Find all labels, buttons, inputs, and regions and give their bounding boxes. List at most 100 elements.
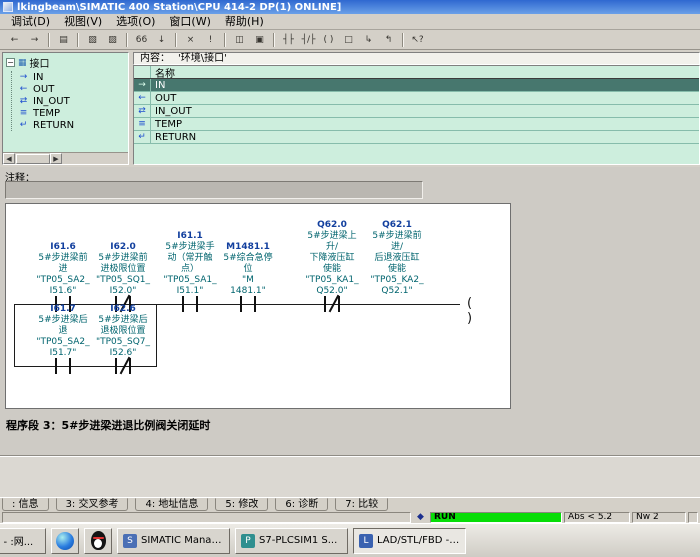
variable-table[interactable]: · 名称 →IN←OUT⇄IN_OUT≡TEMP↵RETURN [133,65,700,165]
temp-param-icon: ≡ [134,118,151,130]
taskbar-button[interactable]: LLAD/STL/FBD - ... [353,528,466,554]
in-param-icon: → [134,79,151,91]
browser-icon[interactable] [51,528,79,554]
qq-icon[interactable] [84,528,112,554]
output-pane [0,457,700,497]
toolbar-separator [77,33,79,47]
ladder-coil[interactable]: ( ) [460,296,482,312]
var-row-temp[interactable]: ≡TEMP [134,118,699,131]
output-tab[interactable]: 3: 交叉参考 [56,498,129,511]
ladder-contact-nc[interactable] [324,296,340,312]
tree-item-label: TEMP [33,108,60,119]
header-icon-column: · [134,66,151,78]
tree-item-in_out[interactable]: ⇄ IN_OUT [12,95,128,107]
inout-param-icon: ⇄ [134,105,151,117]
tree-item-in[interactable]: →IN [12,71,128,83]
scroll-thumb[interactable] [16,154,50,164]
title-bar[interactable]: lkingbeam\SIMATIC 400 Station\CPU 414-2 … [0,0,700,14]
ladder-canvas[interactable]: I61.65#步进梁前进"TP05_SA2_I51.6"I62.05#步进梁前进… [5,203,511,409]
monitor-glasses-icon[interactable]: 66 [132,31,151,48]
output-tab[interactable]: : 信息 [2,498,49,511]
toolbar-separator [224,33,226,47]
plcsim-icon: P [241,534,255,548]
var-row-out[interactable]: ←OUT [134,92,699,105]
ladder-contact-no[interactable] [240,296,256,312]
paste-icon[interactable]: ▨ [103,31,122,48]
menu-item[interactable]: 帮助(H) [218,14,271,29]
tree-item-label: IN_OUT [33,96,70,107]
toolbar-separator [126,33,128,47]
tree-item-return[interactable]: ↵RETURN [12,119,128,131]
interface-tree[interactable]: − ▦ 接口 →IN←OUT⇄ IN_OUT≡TEMP↵RETURN ◀ ▶ [2,52,129,165]
status-message-field [2,512,411,523]
ladder-contact-no[interactable] [182,296,198,312]
ladder-element-label: M1481.15#综合急停位"M1481.1" [213,242,283,297]
tree-item-label: OUT [33,84,54,95]
contact-no-icon[interactable]: ┤├ [279,31,298,48]
print-icon[interactable]: ▤ [54,31,73,48]
output-tab[interactable]: 6: 诊断 [275,498,328,511]
var-row-in_out[interactable]: ⇄IN_OUT [134,105,699,118]
menu-item[interactable]: 视图(V) [57,14,109,29]
menu-item[interactable]: 调试(D) [4,14,57,29]
taskbar-button[interactable]: SSIMATIC Manag... [117,528,230,554]
inout-param-icon: ⇄ [18,96,29,106]
download-icon[interactable]: ↓ [152,31,171,48]
return-param-icon: ↵ [18,120,29,130]
ladder-element-label: I62.65#步进梁后退极限位置"TP05_SQ7_I52.6" [88,304,158,359]
coil-icon[interactable]: ( ) [319,31,338,48]
ladder-contact-nc[interactable] [115,358,131,374]
back-icon[interactable]: ← [5,31,24,48]
warning-icon[interactable]: ! [201,31,220,48]
menu-item[interactable]: 选项(O) [109,14,162,29]
ladder-contact-no[interactable] [55,358,71,374]
tree-horizontal-scrollbar[interactable]: ◀ ▶ [3,152,128,164]
status-spacer [688,512,698,523]
output-tab[interactable]: 7: 比较 [335,498,388,511]
copy-icon[interactable]: ▧ [83,31,102,48]
close-branch-icon[interactable]: ↰ [379,31,398,48]
tree-children: →IN←OUT⇄ IN_OUT≡TEMP↵RETURN [11,71,128,131]
cpu-run-indicator: RUN [430,512,562,523]
toolbar-separator [402,33,404,47]
window-tile-icon[interactable]: ▣ [250,31,269,48]
var-row-label: IN [151,80,165,91]
tree-item-temp[interactable]: ≡TEMP [12,107,128,119]
taskbar-button-partial[interactable]: 3 - :网... [0,528,46,554]
open-branch-icon[interactable]: ↳ [359,31,378,48]
menu-bar: 调试(D)视图(V)选项(O)窗口(W)帮助(H) [0,14,700,30]
menu-item[interactable]: 窗口(W) [162,14,217,29]
scroll-right-icon[interactable]: ▶ [50,153,62,164]
out-param-icon: ← [134,92,151,104]
scroll-left-icon[interactable]: ◀ [3,153,15,164]
var-row-label: OUT [151,93,176,104]
ladder-wire-left-rail [14,304,15,367]
ladder-wire-branch [14,366,156,367]
comment-field[interactable] [5,181,423,199]
window-title: lkingbeam\SIMATIC 400 Station\CPU 414-2 … [17,2,341,13]
taskbar: 3 - :网... SSIMATIC Manag...PS7-PLCSIM1 S… [0,523,700,557]
var-row-in[interactable]: →IN [134,79,699,92]
tree-item-label: IN [33,72,43,83]
contact-nc-icon[interactable]: ┤/├ [299,31,318,48]
simatic-manager-icon: S [123,534,137,548]
tree-item-out[interactable]: ←OUT [12,83,128,95]
abs-indicator: Abs < 5.2 [564,512,630,523]
forward-icon[interactable]: → [25,31,44,48]
taskbar-button[interactable]: PS7-PLCSIM1 S... [235,528,348,554]
content-header-path: '环境\接口' [178,53,227,64]
output-tab[interactable]: 5: 修改 [215,498,268,511]
delete-icon[interactable]: × [181,31,200,48]
content-header-prefix: 内容： [140,53,170,64]
var-row-return[interactable]: ↵RETURN [134,131,699,144]
collapse-icon[interactable]: − [6,58,15,67]
help-cursor-icon[interactable]: ↖? [408,31,427,48]
empty-box-icon[interactable]: □ [339,31,358,48]
taskbar-button-label: 3 - :网... [0,533,33,548]
toolbar: ←→ ▤ ▧▨ 66↓ ×! ◫▣ ┤├┤/├( )□↳↰ ↖? [0,30,700,50]
output-tab[interactable]: 4: 地址信息 [135,498,208,511]
declaration-area: − ▦ 接口 →IN←OUT⇄IN_OUT≡TEMP↵RETURN ◀ ▶ 内容… [0,50,700,167]
window-split-icon[interactable]: ◫ [230,31,249,48]
ladder-element-label: I62.05#步进梁前进极限位置"TP05_SQ1_I52.0" [88,242,158,297]
tree-root-interface[interactable]: − ▦ 接口 [3,53,128,71]
